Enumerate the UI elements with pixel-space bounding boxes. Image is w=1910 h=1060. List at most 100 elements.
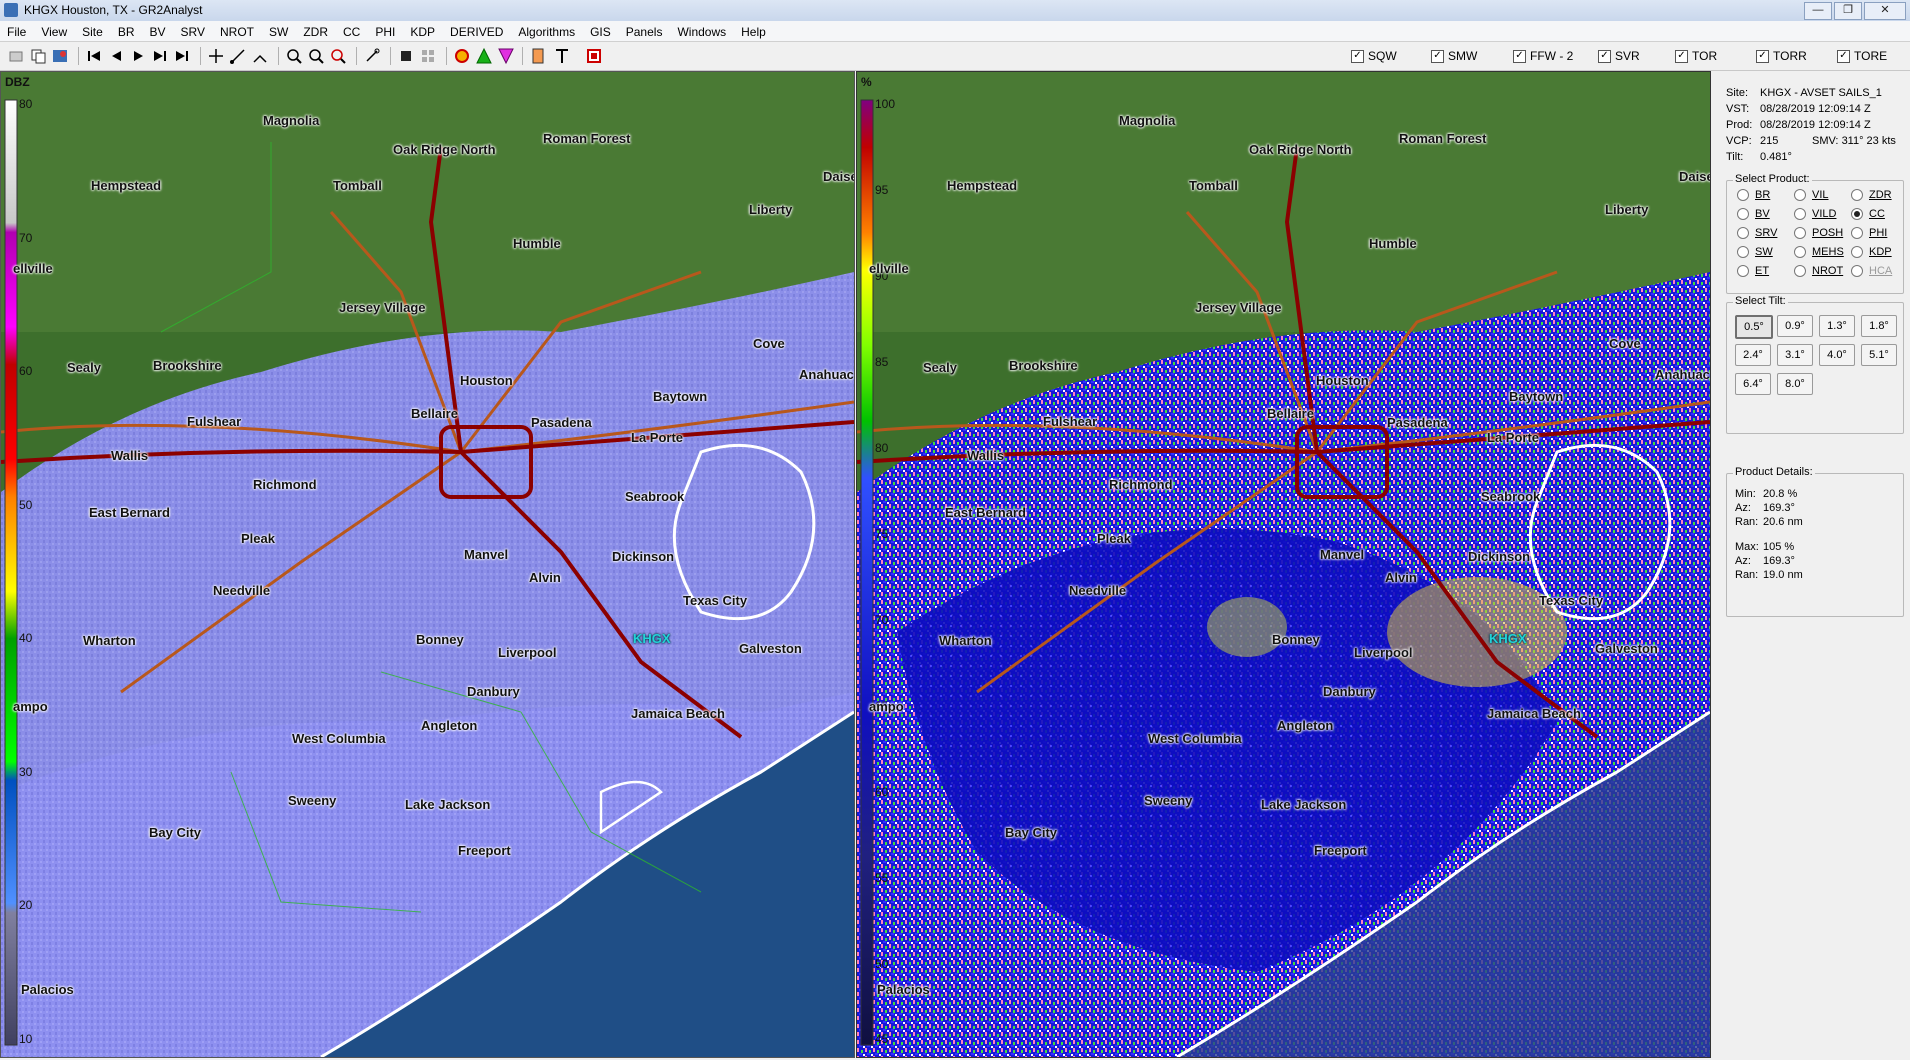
checkbox-ffw[interactable]: ✓ — [1513, 49, 1526, 63]
toggle-torr[interactable]: ✓ TORR — [1756, 49, 1807, 63]
menu-gis[interactable]: GIS — [583, 21, 619, 41]
first-frame-icon[interactable] — [84, 46, 104, 66]
radio-dot[interactable] — [1794, 208, 1806, 220]
menu-srv[interactable]: SRV — [174, 21, 213, 41]
radio-dot[interactable] — [1851, 208, 1863, 220]
single-panel-icon[interactable] — [396, 46, 416, 66]
play-icon[interactable] — [128, 46, 148, 66]
product-radio-posh[interactable]: POSH — [1794, 227, 1843, 239]
radio-dot[interactable] — [1794, 246, 1806, 258]
tilt-button[interactable]: 1.3° — [1819, 315, 1855, 337]
storm-tracks-icon[interactable] — [452, 46, 472, 66]
menu-view[interactable]: View — [34, 21, 75, 41]
menu-site[interactable]: Site — [75, 21, 111, 41]
restore-button[interactable]: ❐ — [1834, 2, 1862, 20]
menu-panels[interactable]: Panels — [619, 21, 671, 41]
toggle-svr[interactable]: ✓ SVR — [1598, 49, 1640, 63]
menu-bv[interactable]: BV — [143, 21, 174, 41]
product-radio-nrot[interactable]: NROT — [1794, 265, 1843, 277]
product-radio-vild[interactable]: VILD — [1794, 208, 1836, 220]
radio-dot[interactable] — [1737, 189, 1749, 201]
tilt-button[interactable]: 2.4° — [1735, 344, 1771, 366]
menu-help[interactable]: Help — [734, 21, 774, 41]
reflectivity-map[interactable] — [1, 72, 854, 1057]
radio-dot[interactable] — [1851, 265, 1863, 277]
tilt-button[interactable]: 0.5° — [1735, 315, 1773, 339]
quad-panel-icon[interactable] — [418, 46, 438, 66]
pan-icon[interactable] — [6, 46, 26, 66]
menu-br[interactable]: BR — [111, 21, 143, 41]
zoom-out-icon[interactable] — [306, 46, 326, 66]
product-radio-zdr[interactable]: ZDR — [1851, 189, 1892, 201]
menu-derived[interactable]: DERIVED — [443, 21, 511, 41]
color-table-icon[interactable] — [528, 46, 548, 66]
correlation-map[interactable] — [857, 72, 1710, 1057]
prev-frame-icon[interactable] — [106, 46, 126, 66]
menu-file[interactable]: File — [0, 21, 34, 41]
menu-phi[interactable]: PHI — [368, 21, 403, 41]
radio-dot[interactable] — [1794, 265, 1806, 277]
radio-dot[interactable] — [1851, 246, 1863, 258]
correlation-panel[interactable]: % 100 95 90 85 80 75 70 65 60 55 50 45 M… — [856, 71, 1711, 1058]
tilt-button[interactable]: 5.1° — [1861, 344, 1897, 366]
radio-dot[interactable] — [1737, 208, 1749, 220]
product-radio-mehs[interactable]: MEHS — [1794, 246, 1844, 258]
menu-zdr[interactable]: ZDR — [296, 21, 336, 41]
measure-icon[interactable] — [228, 46, 248, 66]
checkbox-smw[interactable]: ✓ — [1431, 49, 1444, 63]
menu-kdp[interactable]: KDP — [403, 21, 443, 41]
radio-dot[interactable] — [1737, 227, 1749, 239]
menu-nrot[interactable]: NROT — [213, 21, 262, 41]
text-tool-icon[interactable] — [552, 46, 572, 66]
product-radio-sw[interactable]: SW — [1737, 246, 1773, 258]
toggle-tore[interactable]: ✓ TORE — [1837, 49, 1887, 63]
radio-dot[interactable] — [1737, 265, 1749, 277]
radio-dot[interactable] — [1794, 227, 1806, 239]
reflectivity-panel[interactable]: DBZ 80 70 60 50 40 30 20 10 Magnolia Roma… — [0, 71, 855, 1058]
radio-dot[interactable] — [1794, 189, 1806, 201]
stop-icon[interactable] — [584, 46, 604, 66]
product-radio-srv[interactable]: SRV — [1737, 227, 1777, 239]
link-icon[interactable] — [362, 46, 382, 66]
zoom-reset-icon[interactable] — [328, 46, 348, 66]
minimize-button[interactable]: — — [1804, 2, 1832, 20]
radio-dot[interactable] — [1737, 246, 1749, 258]
down-triangle-icon[interactable] — [496, 46, 516, 66]
up-triangle-icon[interactable] — [474, 46, 494, 66]
toggle-smw[interactable]: ✓ SMW — [1431, 49, 1477, 63]
checkbox-tore[interactable]: ✓ — [1837, 49, 1850, 63]
menu-windows[interactable]: Windows — [670, 21, 734, 41]
checkbox-svr[interactable]: ✓ — [1598, 49, 1611, 63]
toggle-sqw[interactable]: ✓ SQW — [1351, 49, 1397, 63]
product-radio-kdp[interactable]: KDP — [1851, 246, 1892, 258]
cross-section-icon[interactable] — [250, 46, 270, 66]
menu-cc[interactable]: CC — [336, 21, 368, 41]
product-radio-phi[interactable]: PHI — [1851, 227, 1887, 239]
tilt-button[interactable]: 6.4° — [1735, 373, 1771, 395]
zoom-in-icon[interactable] — [284, 46, 304, 66]
tilt-button[interactable]: 0.9° — [1777, 315, 1813, 337]
product-radio-bv[interactable]: BV — [1737, 208, 1770, 220]
tilt-button[interactable]: 4.0° — [1819, 344, 1855, 366]
product-radio-et[interactable]: ET — [1737, 265, 1769, 277]
tilt-button[interactable]: 8.0° — [1777, 373, 1813, 395]
product-radio-vil[interactable]: VIL — [1794, 189, 1829, 201]
product-radio-br[interactable]: BR — [1737, 189, 1770, 201]
copy-icon[interactable] — [28, 46, 48, 66]
checkbox-tor[interactable]: ✓ — [1675, 49, 1688, 63]
close-button[interactable]: ✕ — [1864, 2, 1906, 20]
radio-dot[interactable] — [1851, 227, 1863, 239]
tilt-button[interactable]: 3.1° — [1777, 344, 1813, 366]
menu-sw[interactable]: SW — [262, 21, 296, 41]
toggle-ffw[interactable]: ✓ FFW - 2 — [1513, 49, 1573, 63]
checkbox-torr[interactable]: ✓ — [1756, 49, 1769, 63]
tilt-button[interactable]: 1.8° — [1861, 315, 1897, 337]
toggle-tor[interactable]: ✓ TOR — [1675, 49, 1717, 63]
checkbox-sqw[interactable]: ✓ — [1351, 49, 1364, 63]
layers-icon[interactable] — [50, 46, 70, 66]
last-frame-icon[interactable] — [172, 46, 192, 66]
crosshair-icon[interactable] — [206, 46, 226, 66]
menu-algorithms[interactable]: Algorithms — [511, 21, 583, 41]
next-frame-icon[interactable] — [150, 46, 170, 66]
product-radio-cc[interactable]: CC — [1851, 208, 1885, 220]
